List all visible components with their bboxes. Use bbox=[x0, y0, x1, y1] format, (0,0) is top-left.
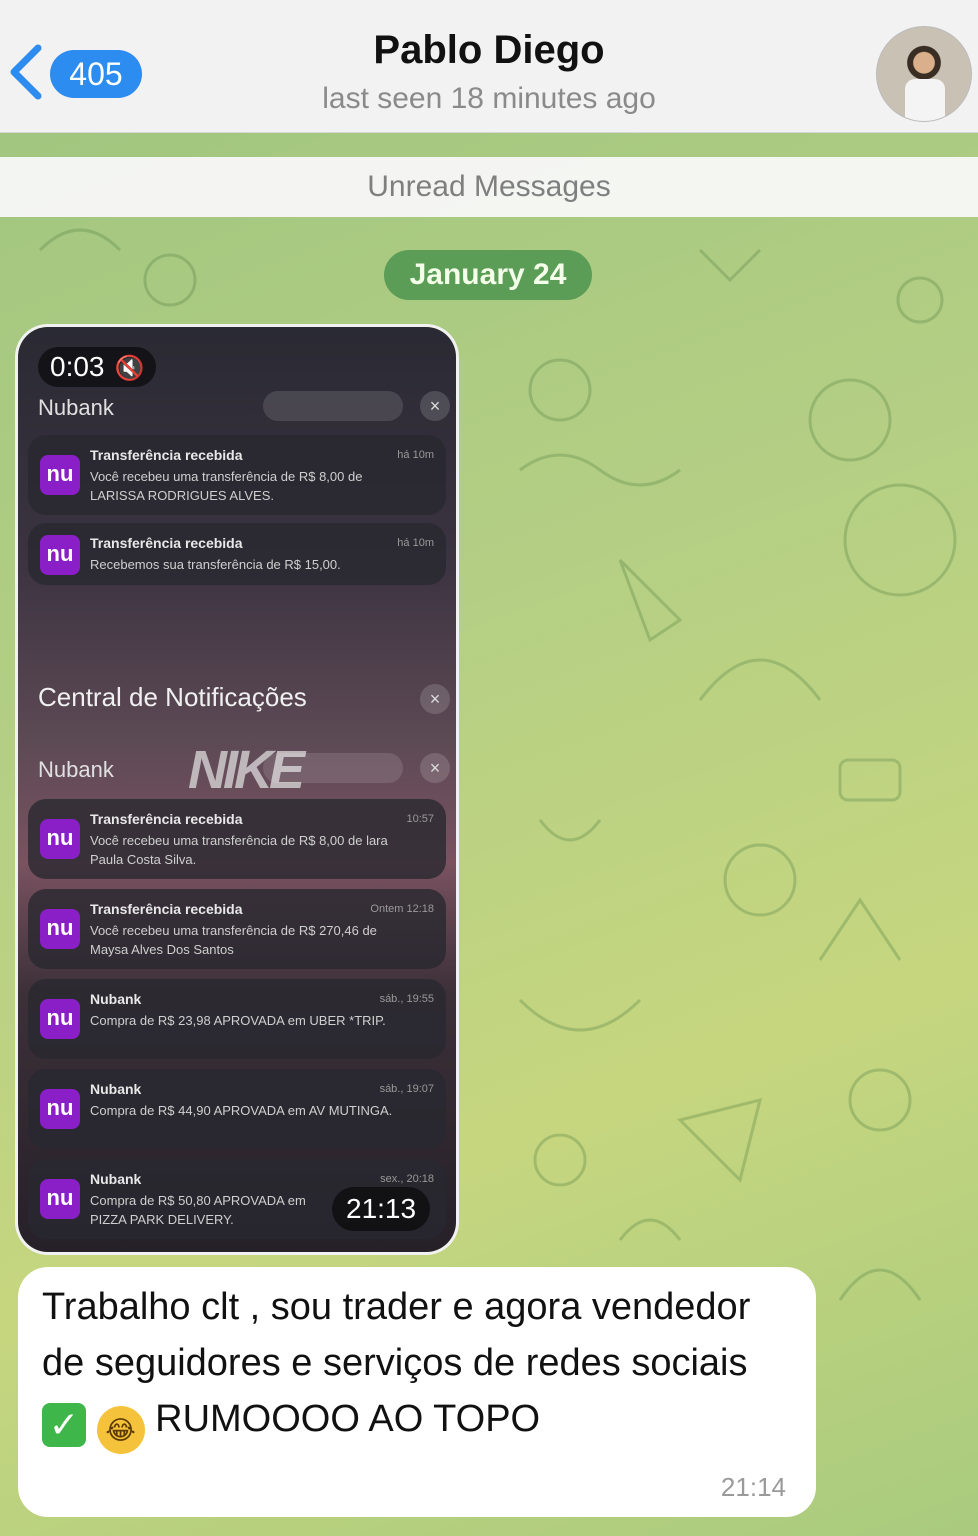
notification-time: sex., 20:18 bbox=[380, 1173, 434, 1185]
video-duration-text: 0:03 bbox=[50, 351, 105, 382]
notification-body: Você recebeu uma transferência de R$ 8,0… bbox=[90, 833, 388, 867]
notification-card: nu Transferência recebida 10:57 Você rec… bbox=[28, 799, 446, 879]
notification-title: Transferência recebida bbox=[90, 535, 243, 551]
notification-app-name: Nubank bbox=[38, 395, 114, 420]
contact-name[interactable]: Pablo Diego bbox=[0, 28, 978, 73]
notification-title: Nubank bbox=[90, 1081, 142, 1097]
notification-body: Você recebeu uma transferência de R$ 8,0… bbox=[90, 469, 363, 503]
show-less-pill bbox=[263, 753, 403, 783]
nubank-logo-icon: nu bbox=[40, 819, 80, 859]
chat-header: 405 Pablo Diego last seen 18 minutes ago bbox=[0, 0, 978, 133]
notification-body: Compra de R$ 23,98 APROVADA em UBER *TRI… bbox=[90, 1013, 386, 1028]
notification-time: 10:57 bbox=[406, 813, 434, 825]
close-icon: × bbox=[420, 684, 450, 714]
video-message[interactable]: 0:03 🔇 Nubank × nu Transferência recebida… bbox=[18, 327, 456, 1252]
notification-card: nu Transferência recebida há 10m Recebem… bbox=[28, 523, 446, 585]
text-message-bubble[interactable]: Trabalho clt , sou trader e agora vended… bbox=[18, 1267, 816, 1517]
nubank-logo-icon: nu bbox=[40, 999, 80, 1039]
message-timestamp: 21:14 bbox=[720, 1472, 786, 1502]
notification-title: Transferência recebida bbox=[90, 447, 243, 463]
close-icon: × bbox=[420, 753, 450, 783]
tears-of-joy-icon: 😂 bbox=[96, 1406, 145, 1454]
video-timestamp: 21:13 bbox=[332, 1187, 431, 1231]
unread-messages-divider: Unread Messages bbox=[0, 157, 978, 217]
notification-body: Compra de R$ 44,90 APROVADA em AV MUTING… bbox=[90, 1103, 393, 1118]
message-text-part1: Trabalho clt , sou trader e agora vended… bbox=[42, 1286, 751, 1384]
close-icon: × bbox=[420, 391, 450, 421]
notification-card: nu Transferência recebida há 10m Você re… bbox=[28, 435, 446, 515]
notification-center-title: Central de Notificações bbox=[38, 682, 307, 712]
notification-body: Recebemos sua transferência de R$ 15,00. bbox=[90, 557, 341, 572]
message-text-part2: RUMOOOO AO TOPO bbox=[144, 1398, 541, 1440]
date-separator: January 24 bbox=[384, 250, 592, 300]
notification-title: Transferência recebida bbox=[90, 811, 243, 827]
video-duration: 0:03 🔇 bbox=[38, 347, 157, 389]
nubank-logo-icon: nu bbox=[40, 909, 80, 949]
notification-time: há 10m bbox=[397, 449, 434, 461]
nubank-logo-icon: nu bbox=[40, 455, 80, 495]
nubank-logo-icon: nu bbox=[40, 535, 80, 575]
notification-card: nu Transferência recebida Ontem 12:18 Vo… bbox=[28, 889, 446, 969]
contact-avatar[interactable] bbox=[876, 26, 972, 122]
notification-body: Compra de R$ 50,80 APROVADA em PIZZA PAR… bbox=[90, 1193, 306, 1227]
show-less-pill bbox=[263, 391, 403, 421]
notification-app-name: Nubank bbox=[38, 757, 114, 782]
speaker-muted-icon[interactable]: 🔇 bbox=[115, 349, 145, 389]
check-mark-icon: ✓ bbox=[42, 1403, 86, 1447]
notification-time: Ontem 12:18 bbox=[370, 903, 434, 915]
notification-time: há 10m bbox=[397, 537, 434, 549]
nubank-logo-icon: nu bbox=[40, 1179, 80, 1219]
notification-time: sáb., 19:07 bbox=[379, 1083, 434, 1095]
notification-title: Nubank bbox=[90, 1171, 142, 1187]
nubank-logo-icon: nu bbox=[40, 1089, 80, 1129]
notification-time: sáb., 19:55 bbox=[379, 993, 434, 1005]
notification-body: Você recebeu uma transferência de R$ 270… bbox=[90, 923, 377, 957]
notification-card: nu Nubank sáb., 19:07 Compra de R$ 44,90… bbox=[28, 1069, 446, 1149]
notification-title: Nubank bbox=[90, 991, 142, 1007]
message-text: Trabalho clt , sou trader e agora vended… bbox=[42, 1279, 792, 1454]
contact-status: last seen 18 minutes ago bbox=[322, 82, 656, 115]
notification-card: nu Nubank sáb., 19:55 Compra de R$ 23,98… bbox=[28, 979, 446, 1059]
notification-title: Transferência recebida bbox=[90, 901, 243, 917]
